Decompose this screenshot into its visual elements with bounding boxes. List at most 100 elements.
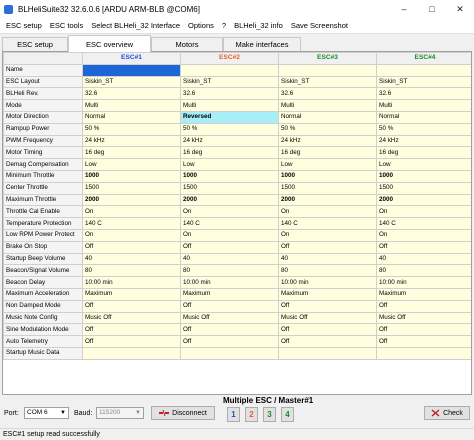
grid-cell[interactable]: Normal (376, 110, 471, 124)
grid-cell[interactable]: 1500 (278, 181, 377, 195)
grid-cell[interactable]: 1500 (82, 181, 181, 195)
grid-cell[interactable]: Maximum (376, 287, 471, 301)
grid-cell[interactable]: 50 % (82, 122, 181, 136)
grid-cell[interactable]: Maximum (82, 287, 181, 301)
grid-cell[interactable]: 80 (82, 264, 181, 278)
grid-cell[interactable]: 32.6 (180, 87, 279, 101)
grid-cell[interactable]: Siskin_ST (278, 75, 377, 89)
grid-cell[interactable]: 16 deg (278, 146, 377, 160)
column-header-esc3[interactable]: ESC#3 (278, 52, 377, 65)
grid-cell[interactable]: 1500 (376, 181, 471, 195)
grid-cell[interactable]: 24 kHz (180, 134, 279, 148)
port-select[interactable]: COM 6 ▼ (24, 407, 69, 419)
grid-cell[interactable]: Off (376, 240, 471, 254)
grid-cell[interactable]: 2000 (376, 193, 471, 207)
grid-cell[interactable]: 1000 (180, 169, 279, 183)
disconnect-button[interactable]: Disconnect (151, 406, 215, 420)
grid-cell[interactable]: Off (82, 323, 181, 337)
grid-cell[interactable]: Music Off (82, 311, 181, 325)
tab-esc-setup[interactable]: ESC setup (2, 37, 68, 51)
grid-cell[interactable]: Off (82, 240, 181, 254)
grid-cell[interactable]: On (82, 228, 181, 242)
grid-cell[interactable]: 10:00 min (180, 276, 279, 289)
grid-cell[interactable]: Off (82, 335, 181, 348)
esc-select-button-2[interactable]: 2 (245, 407, 258, 422)
grid-cell[interactable]: Multi (180, 99, 279, 112)
grid-cell[interactable]: On (278, 228, 377, 242)
grid-cell[interactable]: Low (82, 158, 181, 171)
grid-cell[interactable]: Normal (82, 110, 181, 124)
grid-cell[interactable]: Off (278, 299, 377, 313)
esc-select-button-1[interactable]: 1 (227, 407, 240, 422)
grid-cell[interactable]: Reversed (180, 110, 279, 124)
menu-select-interface[interactable]: Select BLHeli_32 Interface (87, 21, 184, 30)
grid-cell[interactable]: On (376, 228, 471, 242)
grid-cell[interactable]: 2000 (82, 193, 181, 207)
grid-cell[interactable]: On (376, 205, 471, 219)
close-icon[interactable]: ✕ (446, 0, 474, 18)
grid-cell[interactable]: Music Off (278, 311, 377, 325)
tab-esc-overview[interactable]: ESC overview (68, 35, 151, 52)
grid-cell[interactable]: On (82, 205, 181, 219)
grid-cell[interactable] (376, 63, 471, 77)
grid-cell[interactable]: Off (180, 299, 279, 313)
grid-cell[interactable]: Maximum (278, 287, 377, 301)
grid-cell[interactable]: 32.6 (82, 87, 181, 101)
grid-cell[interactable]: Off (180, 240, 279, 254)
column-header-esc4[interactable]: ESC#4 (376, 52, 471, 65)
grid-cell[interactable]: On (180, 205, 279, 219)
grid-cell[interactable]: Off (376, 323, 471, 337)
minimize-icon[interactable]: – (390, 0, 418, 18)
grid-cell[interactable]: 50 % (278, 122, 377, 136)
grid-cell[interactable]: 50 % (180, 122, 279, 136)
grid-cell[interactable]: Low (180, 158, 279, 171)
maximize-icon[interactable]: □ (418, 0, 446, 18)
grid-cell[interactable]: Multi (278, 99, 377, 112)
grid-cell[interactable]: 80 (278, 264, 377, 278)
grid-cell[interactable]: Music Off (180, 311, 279, 325)
grid-cell[interactable]: 40 (180, 252, 279, 266)
grid-cell[interactable] (82, 63, 181, 77)
column-header-esc1[interactable]: ESC#1 (82, 52, 181, 65)
grid-cell[interactable]: Music Off (376, 311, 471, 325)
esc-select-button-4[interactable]: 4 (281, 407, 294, 422)
grid-cell[interactable]: 140 C (82, 217, 181, 230)
grid-cell[interactable]: 16 deg (180, 146, 279, 160)
grid-cell[interactable]: 2000 (278, 193, 377, 207)
grid-cell[interactable]: Off (278, 240, 377, 254)
grid-cell[interactable]: Siskin_ST (82, 75, 181, 89)
grid-cell[interactable] (278, 346, 377, 360)
grid-cell[interactable] (278, 63, 377, 77)
baud-select[interactable]: 115200 ▼ (96, 407, 144, 419)
grid-cell[interactable]: Off (278, 323, 377, 337)
esc-select-button-3[interactable]: 3 (263, 407, 276, 422)
grid-cell[interactable]: 140 C (278, 217, 377, 230)
tab-make-interfaces[interactable]: Make interfaces (223, 37, 301, 51)
grid-cell[interactable] (82, 346, 181, 360)
grid-cell[interactable]: Multi (376, 99, 471, 112)
grid-cell[interactable]: Off (180, 335, 279, 348)
grid-cell[interactable]: 140 C (376, 217, 471, 230)
grid-cell[interactable]: On (180, 228, 279, 242)
grid-cell[interactable]: 1000 (278, 169, 377, 183)
tab-motors[interactable]: Motors (151, 37, 223, 51)
grid-cell[interactable]: 10:00 min (82, 276, 181, 289)
grid-cell[interactable]: 80 (180, 264, 279, 278)
grid-cell[interactable]: 40 (82, 252, 181, 266)
grid-cell[interactable] (180, 346, 279, 360)
menu-esc-tools[interactable]: ESC tools (46, 21, 87, 30)
grid-cell[interactable]: 16 deg (82, 146, 181, 160)
grid-cell[interactable]: Low (278, 158, 377, 171)
grid-cell[interactable]: Normal (278, 110, 377, 124)
grid-cell[interactable]: Maximum (180, 287, 279, 301)
grid-cell[interactable]: Off (82, 299, 181, 313)
grid-cell[interactable]: 1000 (82, 169, 181, 183)
grid-cell[interactable]: 10:00 min (376, 276, 471, 289)
grid-cell[interactable]: 40 (376, 252, 471, 266)
grid-cell[interactable]: On (278, 205, 377, 219)
grid-cell[interactable]: 40 (278, 252, 377, 266)
grid-cell[interactable]: 16 deg (376, 146, 471, 160)
grid-cell[interactable]: 24 kHz (278, 134, 377, 148)
grid-cell[interactable]: Off (376, 335, 471, 348)
grid-cell[interactable] (180, 63, 279, 77)
